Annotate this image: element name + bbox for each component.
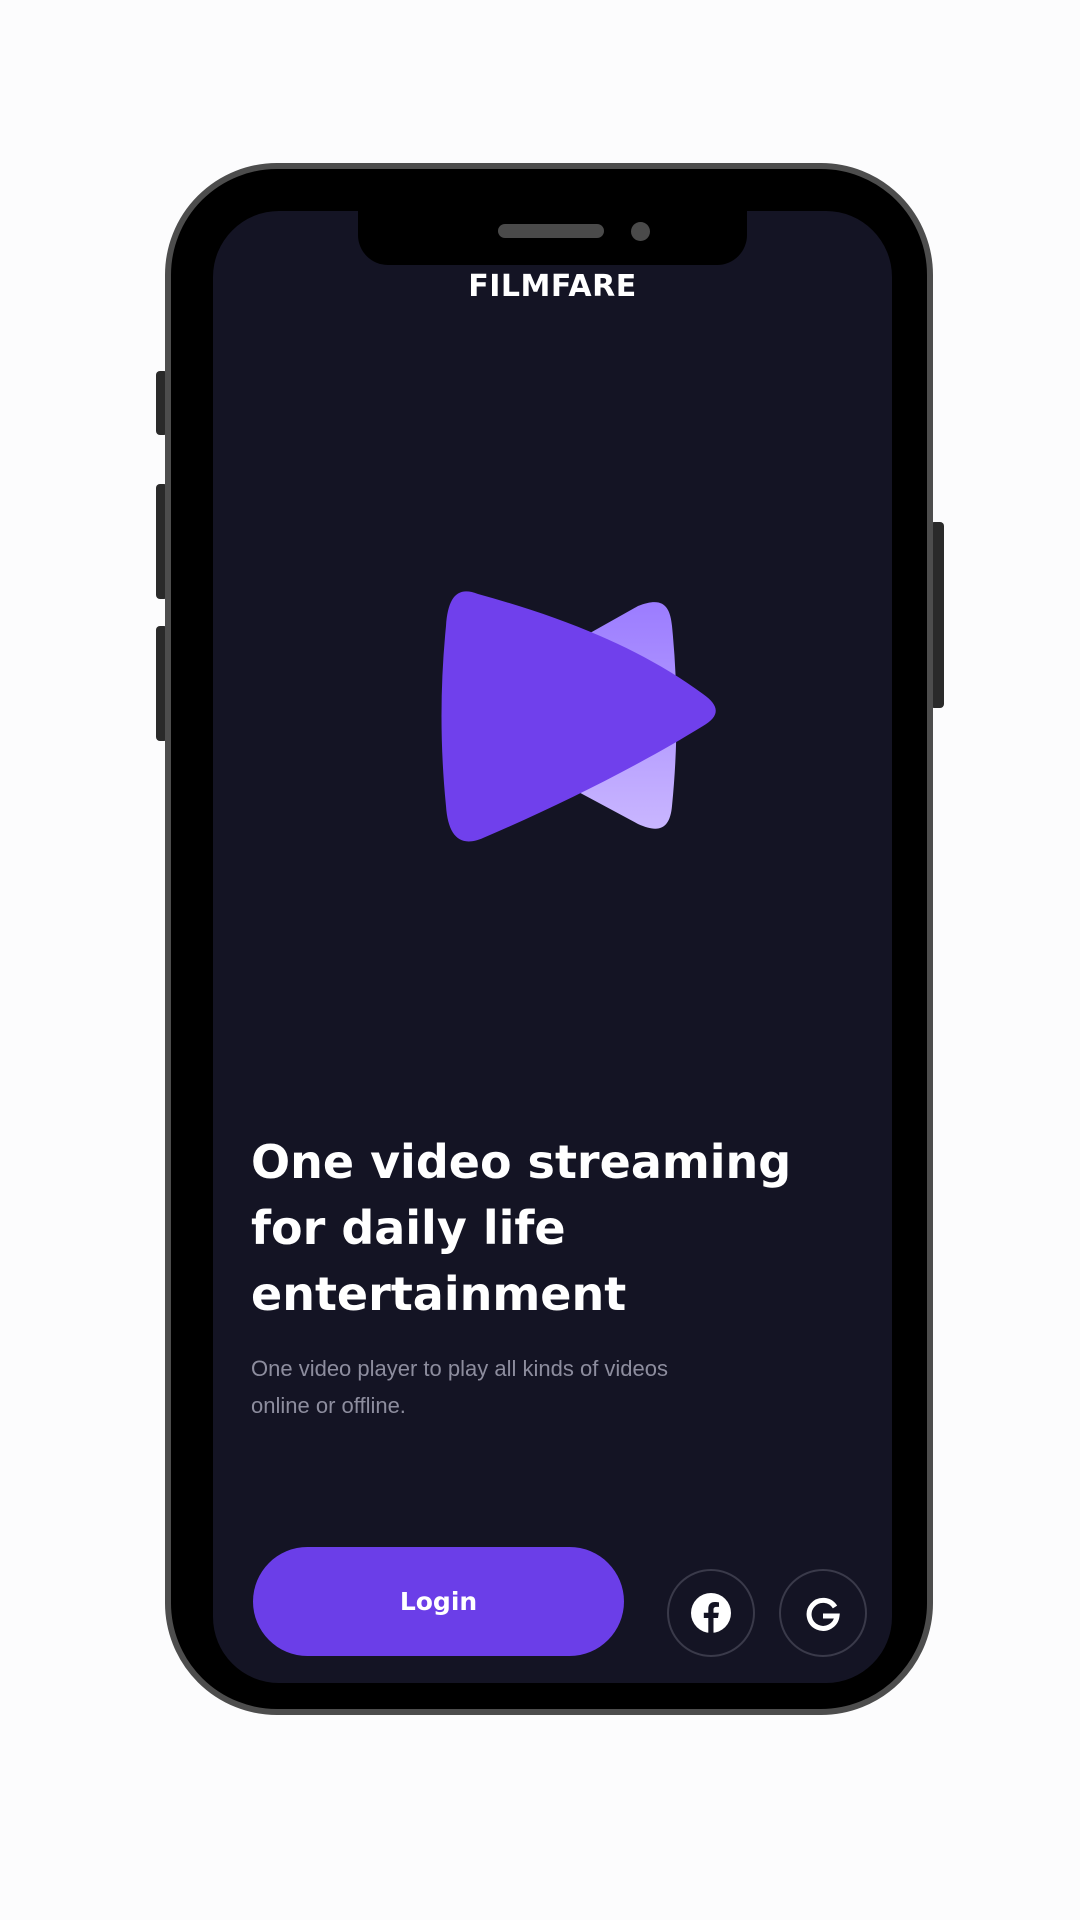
login-button[interactable]: Login	[253, 1547, 624, 1656]
hero-subline: One video player to play all kinds of vi…	[251, 1356, 669, 1418]
play-logo-icon	[441, 591, 716, 842]
brand-title: FILMFARE	[468, 269, 637, 304]
canvas: FILMFARE One video streaming for daily l…	[0, 0, 1080, 1920]
google-login-button[interactable]	[779, 1569, 867, 1657]
hero-headline: One video streaming for daily life enter…	[251, 1135, 792, 1321]
front-camera	[631, 222, 650, 241]
facebook-login-button[interactable]	[667, 1569, 755, 1657]
speaker-grille	[498, 224, 604, 238]
facebook-icon	[691, 1593, 731, 1633]
logo-front-shape	[441, 591, 716, 842]
google-icon	[806, 1597, 840, 1631]
phone-notch	[358, 211, 747, 265]
phone-screen: FILMFARE One video streaming for daily l…	[213, 211, 892, 1683]
